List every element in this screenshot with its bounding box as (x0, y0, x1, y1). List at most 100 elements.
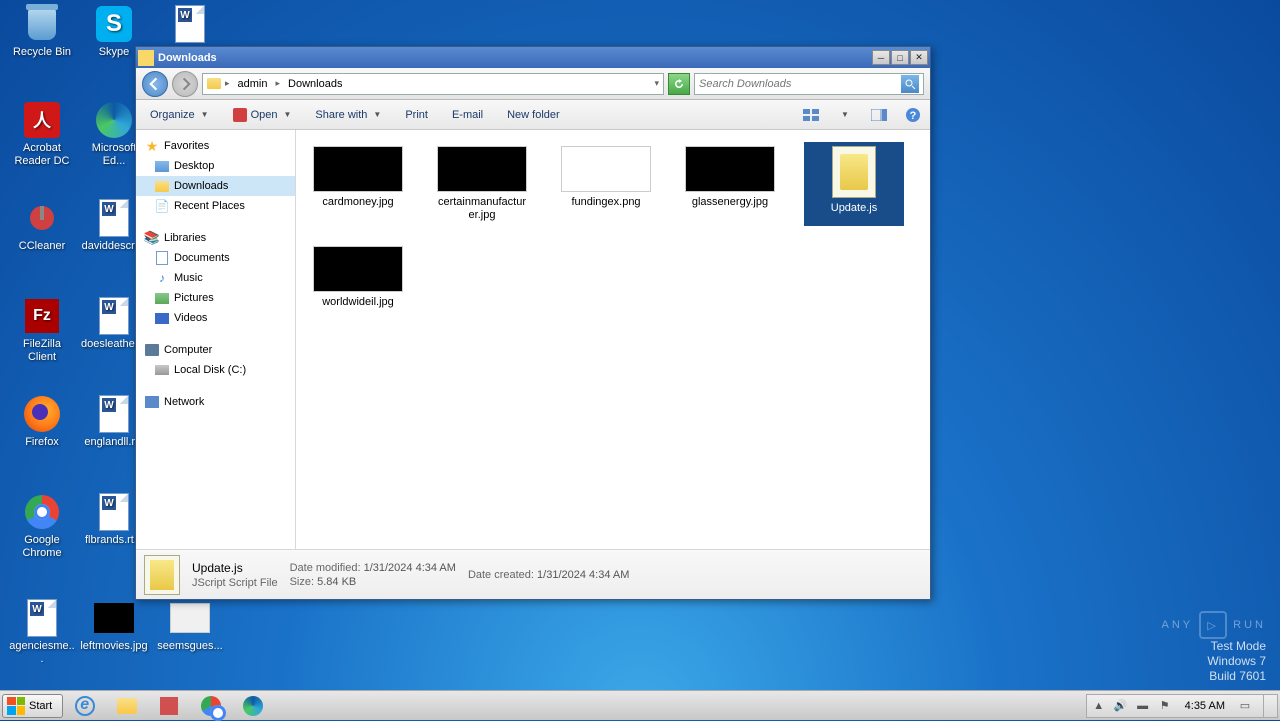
toolbar: Organize▼ Open▼ Share with▼ Print E-mail… (136, 100, 930, 130)
file-item[interactable]: glassenergy.jpg (680, 142, 780, 226)
word-icon (94, 198, 134, 238)
search-input[interactable] (699, 78, 901, 90)
taskbar-ie[interactable] (65, 693, 105, 719)
file-type-icon (144, 555, 180, 595)
svg-text:?: ? (910, 110, 917, 122)
clock[interactable]: 4:35 AM (1179, 700, 1231, 712)
desktop-icon-img1[interactable]: leftmovies.jpg (80, 598, 148, 653)
desktop-icon-img2[interactable]: seemsgues... (156, 598, 224, 653)
app-icon (233, 108, 247, 122)
breadcrumb-segment[interactable]: Downloads (284, 78, 346, 90)
email-button[interactable]: E-mail (446, 106, 489, 124)
chevron-down-icon[interactable]: ▼ (836, 106, 854, 124)
system-tray: ▲ 🔊 ▬ ⚑ 4:35 AM ▭ (1086, 694, 1278, 718)
explorer-window: Downloads ─ □ ✕ ▸ admin ▸ Downloads ▾ Or… (135, 46, 931, 600)
file-item[interactable]: cardmoney.jpg (308, 142, 408, 226)
ccleaner-icon (22, 198, 62, 238)
network-icon[interactable]: ▬ (1135, 698, 1151, 714)
share-button[interactable]: Share with▼ (309, 106, 387, 124)
sidebar-item-localdisk[interactable]: Local Disk (C:) (136, 360, 295, 380)
icon-label: FileZilla Client (8, 338, 76, 364)
folder-icon (207, 78, 221, 89)
back-button[interactable] (142, 71, 168, 97)
sidebar-item-music[interactable]: ♪Music (136, 268, 295, 288)
show-desktop-button[interactable] (1263, 694, 1273, 718)
titlebar[interactable]: Downloads ─ □ ✕ (136, 47, 930, 68)
sidebar-group-favorites[interactable]: ★Favorites (136, 136, 295, 156)
start-button[interactable]: Start (2, 694, 63, 718)
sidebar-item-recent[interactable]: 📄Recent Places (136, 196, 295, 216)
help-button[interactable]: ? (904, 106, 922, 124)
app-icon (160, 697, 178, 715)
breadcrumb-segment[interactable]: admin (234, 78, 272, 90)
file-name: glassenergy.jpg (684, 196, 776, 209)
desktop-icon-recycle-bin[interactable]: Recycle Bin (8, 4, 76, 59)
preview-pane-button[interactable] (870, 106, 888, 124)
firefox-icon (22, 394, 62, 434)
filezilla-icon: Fz (22, 296, 62, 336)
play-icon: ▷ (1199, 611, 1227, 639)
desktop-icon-word6[interactable]: agenciesme... (8, 598, 76, 666)
chrome-icon (22, 492, 62, 532)
icon-label: seemsgues... (156, 640, 224, 653)
forward-button[interactable] (172, 71, 198, 97)
edge-icon (243, 696, 263, 716)
ie-icon (75, 696, 95, 716)
taskbar-chrome[interactable] (191, 693, 231, 719)
word-icon (94, 296, 134, 336)
taskbar: Start ▲ 🔊 ▬ ⚑ 4:35 AM ▭ (0, 690, 1280, 720)
taskbar-app[interactable] (149, 693, 189, 719)
open-button[interactable]: Open▼ (227, 105, 298, 125)
file-item[interactable]: worldwideil.jpg (308, 242, 408, 313)
file-name: fundingex.png (560, 196, 652, 209)
tray-icon[interactable]: ▭ (1237, 698, 1253, 714)
file-name: worldwideil.jpg (312, 296, 404, 309)
volume-icon[interactable]: 🔊 (1113, 698, 1129, 714)
sidebar-item-desktop[interactable]: Desktop (136, 156, 295, 176)
close-button[interactable]: ✕ (910, 50, 928, 65)
sidebar-group-computer[interactable]: Computer (136, 340, 295, 360)
file-name: Update.js (808, 202, 900, 215)
new-folder-button[interactable]: New folder (501, 106, 566, 124)
sidebar-item-documents[interactable]: Documents (136, 248, 295, 268)
file-item[interactable]: Update.js (804, 142, 904, 226)
taskbar-explorer[interactable] (107, 693, 147, 719)
address-bar[interactable]: ▸ admin ▸ Downloads ▾ (202, 73, 664, 95)
desktop-icon-chrome[interactable]: Google Chrome (8, 492, 76, 560)
search-button[interactable] (901, 75, 919, 93)
chevron-right-icon: ▸ (225, 78, 230, 89)
desktop-icon-ccleaner[interactable]: CCleaner (8, 198, 76, 253)
refresh-button[interactable] (668, 73, 690, 95)
view-button[interactable] (802, 106, 820, 124)
desktop-icon-firefox[interactable]: Firefox (8, 394, 76, 449)
file-list[interactable]: cardmoney.jpg certainmanufacturer.jpg fund… (296, 130, 930, 549)
sidebar-group-libraries[interactable]: 📚Libraries (136, 228, 295, 248)
minimize-button[interactable]: ─ (872, 50, 890, 65)
desktop-icon-acrobat[interactable]: 人Acrobat Reader DC (8, 100, 76, 168)
desktop-icon-word1[interactable] (156, 4, 224, 46)
watermark: ANY▷RUN Test Mode Windows 7 Build 7601 (1162, 611, 1266, 684)
print-button[interactable]: Print (399, 106, 434, 124)
details-pane: Update.js JScript Script File Date modif… (136, 549, 930, 599)
sidebar-item-downloads[interactable]: Downloads (136, 176, 295, 196)
chevron-down-icon[interactable]: ▾ (654, 78, 659, 89)
sidebar-item-videos[interactable]: Videos (136, 308, 295, 328)
flag-icon[interactable]: ⚑ (1157, 698, 1173, 714)
file-name: cardmoney.jpg (312, 196, 404, 209)
chrome-icon (201, 696, 221, 716)
file-item[interactable]: fundingex.png (556, 142, 656, 226)
file-thumbnail (437, 146, 527, 192)
sidebar-item-pictures[interactable]: Pictures (136, 288, 295, 308)
details-filename: Update.js (192, 561, 278, 575)
icon-label: leftmovies.jpg (80, 640, 148, 653)
chevron-right-icon: ▸ (276, 78, 281, 89)
icon-label: Recycle Bin (8, 46, 76, 59)
tray-expand-icon[interactable]: ▲ (1091, 698, 1107, 714)
maximize-button[interactable]: □ (891, 50, 909, 65)
search-box[interactable] (694, 73, 924, 95)
organize-button[interactable]: Organize▼ (144, 106, 215, 124)
desktop-icon-filezilla[interactable]: FzFileZilla Client (8, 296, 76, 364)
taskbar-edge[interactable] (233, 693, 273, 719)
file-item[interactable]: certainmanufacturer.jpg (432, 142, 532, 226)
sidebar-group-network[interactable]: Network (136, 392, 295, 412)
